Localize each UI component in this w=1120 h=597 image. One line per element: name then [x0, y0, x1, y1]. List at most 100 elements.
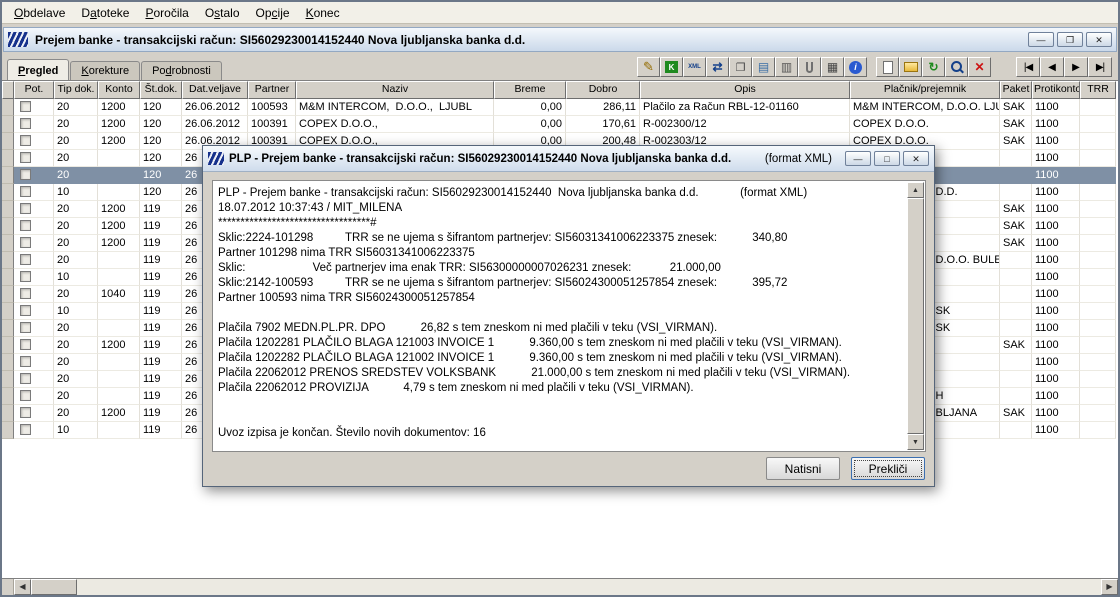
row-selector[interactable]: [2, 235, 14, 252]
row-selector[interactable]: [2, 218, 14, 235]
menu-item-datoteke[interactable]: Datoteke: [73, 4, 137, 22]
child-window-titlebar[interactable]: Prejem banke - transakcijski račun: SI56…: [3, 27, 1117, 52]
row-selector[interactable]: [2, 303, 14, 320]
column-header-tip[interactable]: Tip dok.: [54, 81, 98, 99]
row-selector[interactable]: [2, 269, 14, 286]
column-header-protikonto[interactable]: Protikonto: [1032, 81, 1080, 99]
scroll-left-button[interactable]: [14, 579, 31, 595]
row-checkbox[interactable]: [20, 305, 31, 316]
row-checkbox[interactable]: [20, 169, 31, 180]
row-selector[interactable]: [2, 320, 14, 337]
scroll-up-button[interactable]: [907, 182, 924, 198]
row-selector[interactable]: [2, 286, 14, 303]
search-button[interactable]: [945, 57, 968, 77]
pencil-button[interactable]: [637, 57, 660, 77]
first-record-button[interactable]: [1016, 57, 1040, 77]
column-header-breme[interactable]: Breme: [494, 81, 566, 99]
row-selector[interactable]: [2, 422, 14, 439]
menu-item-ostalo[interactable]: Ostalo: [197, 4, 248, 22]
scroll-right-button[interactable]: [1101, 579, 1118, 595]
row-checkbox[interactable]: [20, 322, 31, 333]
prev-record-button[interactable]: [1040, 57, 1064, 77]
row-checkbox[interactable]: [20, 390, 31, 401]
table-row[interactable]: 20 1200 120 26.06.2012 100593 M&M INTERCOM, D…: [2, 99, 1118, 116]
minimize-button[interactable]: [1028, 32, 1054, 47]
new-document-button[interactable]: [876, 57, 899, 77]
row-selector[interactable]: [2, 133, 14, 150]
menu-item-konec[interactable]: Konec: [298, 4, 348, 22]
h-scroll-thumb[interactable]: [31, 579, 77, 595]
xml-button[interactable]: [683, 57, 706, 77]
row-checkbox[interactable]: [20, 424, 31, 435]
row-checkbox[interactable]: [20, 407, 31, 418]
row-selector[interactable]: [2, 405, 14, 422]
row-selector[interactable]: [2, 252, 14, 269]
row-checkbox[interactable]: [20, 118, 31, 129]
row-selector[interactable]: [2, 388, 14, 405]
column-header-trr[interactable]: TRR: [1080, 81, 1116, 99]
print-button[interactable]: [775, 57, 798, 77]
row-checkbox[interactable]: [20, 186, 31, 197]
v-scroll-thumb[interactable]: [907, 198, 924, 434]
copy-button[interactable]: [729, 57, 752, 77]
paperclip-button[interactable]: [798, 57, 821, 77]
tab-korekture[interactable]: Korekture: [70, 61, 141, 80]
row-selector[interactable]: [2, 99, 14, 116]
delete-button[interactable]: [968, 57, 991, 77]
restore-button[interactable]: [1057, 32, 1083, 47]
column-header-opis[interactable]: Opis: [640, 81, 850, 99]
column-header-konto[interactable]: Konto: [98, 81, 140, 99]
column-header-dobro[interactable]: Dobro: [566, 81, 640, 99]
menu-item-obdelave[interactable]: Obdelave: [6, 4, 73, 22]
column-header-placnik[interactable]: Plačnik/prejemnik: [850, 81, 1000, 99]
table-row[interactable]: 20 1200 120 26.06.2012 100391 COPEX D.O.O., 0,…: [2, 116, 1118, 133]
row-checkbox[interactable]: [20, 203, 31, 214]
tab-pregled[interactable]: Pregled: [7, 59, 70, 80]
calculator-button[interactable]: [821, 57, 844, 77]
maximize-button[interactable]: [874, 151, 900, 166]
column-header-datum[interactable]: Dat.veljave: [182, 81, 248, 99]
open-folder-button[interactable]: [899, 57, 922, 77]
close-button[interactable]: [903, 151, 929, 166]
next-record-button[interactable]: [1064, 57, 1088, 77]
print-button[interactable]: Natisni: [766, 457, 840, 480]
row-checkbox[interactable]: [20, 135, 31, 146]
cancel-button[interactable]: Prekliči: [851, 457, 925, 480]
row-selector[interactable]: [2, 371, 14, 388]
row-selector[interactable]: [2, 201, 14, 218]
row-checkbox[interactable]: [20, 254, 31, 265]
column-header-partner[interactable]: Partner: [248, 81, 296, 99]
row-checkbox[interactable]: [20, 101, 31, 112]
menu-item-opcije[interactable]: Opcije: [248, 4, 298, 22]
row-selector[interactable]: [2, 184, 14, 201]
row-checkbox[interactable]: [20, 237, 31, 248]
row-selector[interactable]: [2, 167, 14, 184]
row-selector[interactable]: [2, 116, 14, 133]
info-button[interactable]: [844, 57, 867, 77]
h-scroll-track[interactable]: [77, 579, 1101, 595]
close-button[interactable]: [1086, 32, 1112, 47]
minimize-button[interactable]: [845, 151, 871, 166]
row-checkbox[interactable]: [20, 288, 31, 299]
row-checkbox[interactable]: [20, 271, 31, 282]
tab-podrobnosti[interactable]: Podrobnosti: [141, 61, 222, 80]
column-header-paket[interactable]: Paket: [1000, 81, 1032, 99]
last-record-button[interactable]: [1088, 57, 1112, 77]
row-checkbox[interactable]: [20, 220, 31, 231]
row-checkbox[interactable]: [20, 356, 31, 367]
column-header-naziv[interactable]: Naziv: [296, 81, 494, 99]
row-checkbox[interactable]: [20, 152, 31, 163]
column-header-stdok[interactable]: Št.dok.: [140, 81, 182, 99]
column-header-pot[interactable]: Pot.: [14, 81, 54, 99]
transfer-button[interactable]: [706, 57, 729, 77]
export-button[interactable]: [752, 57, 775, 77]
menu-item-porocila[interactable]: Poročila: [137, 4, 196, 22]
row-checkbox[interactable]: [20, 339, 31, 350]
row-selector[interactable]: [2, 354, 14, 371]
refresh-button[interactable]: [922, 57, 945, 77]
row-selector[interactable]: [2, 150, 14, 167]
row-selector[interactable]: [2, 337, 14, 354]
scroll-down-button[interactable]: [907, 434, 924, 450]
ledger-button[interactable]: [660, 57, 683, 77]
row-checkbox[interactable]: [20, 373, 31, 384]
